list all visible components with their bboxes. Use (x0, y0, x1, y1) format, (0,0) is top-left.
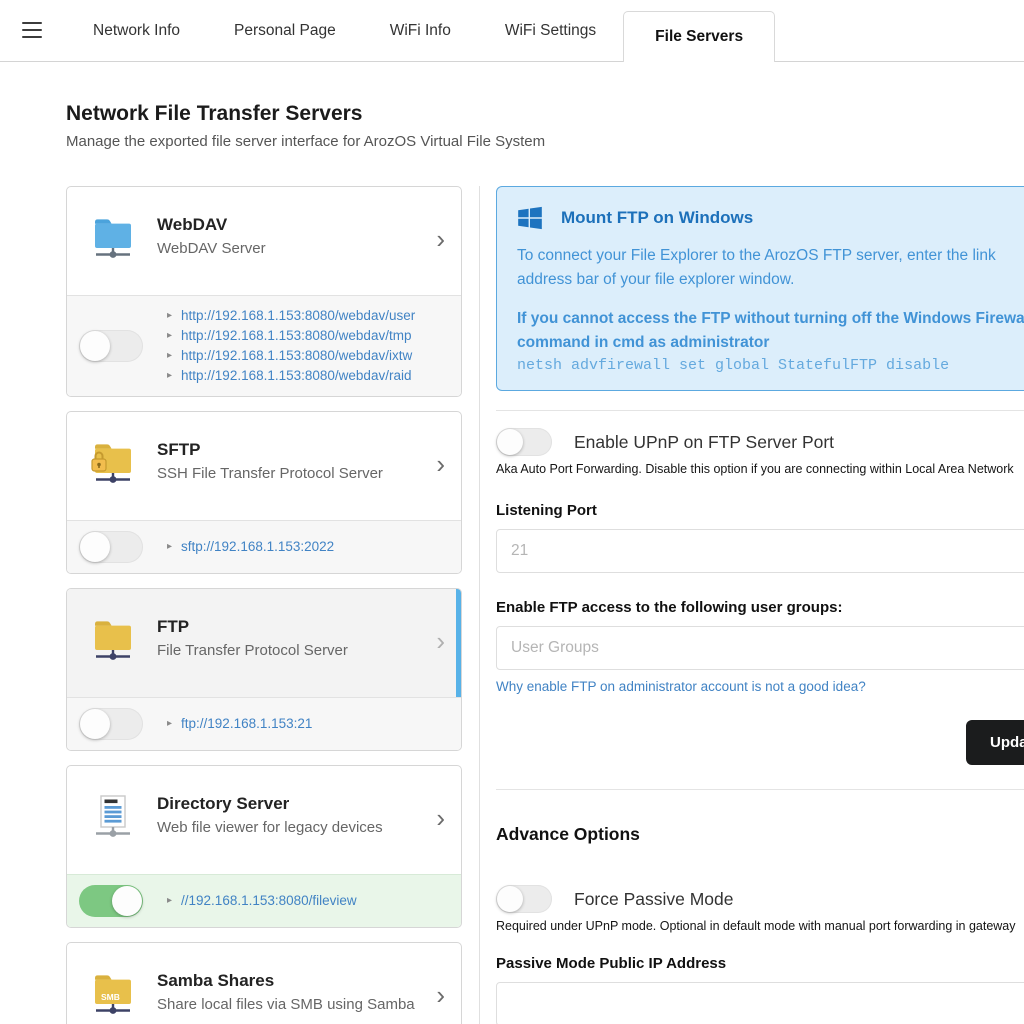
force-passive-toggle[interactable] (496, 885, 552, 913)
folder-lock-yellow-icon (91, 438, 135, 486)
public-ip-label: Passive Mode Public IP Address (496, 955, 1024, 972)
user-groups-label: Enable FTP access to the following user … (496, 599, 1024, 616)
windows-ftp-info-box: Mount FTP on Windows To connect your Fil… (496, 186, 1024, 391)
upnp-toggle[interactable] (496, 428, 552, 456)
listening-port-input[interactable] (496, 529, 1024, 573)
section-divider (496, 410, 1024, 411)
ftp-enable-toggle[interactable] (79, 708, 143, 740)
server-name: Directory Server (157, 794, 383, 814)
tab-wifi-settings[interactable]: WiFi Settings (478, 0, 623, 61)
server-links: ▸ ftp://192.168.1.153:21 (167, 714, 312, 734)
link-bullet-icon: ▸ (167, 306, 172, 326)
public-ip-input[interactable] (496, 982, 1024, 1024)
server-description: Web file viewer for legacy devices (157, 819, 383, 836)
chevron-right-icon[interactable]: › (436, 982, 445, 1008)
server-url-link[interactable]: http://192.168.1.153:8080/webdav/user (181, 306, 415, 326)
nav-tabs: Network InfoPersonal PageWiFi InfoWiFi S… (66, 0, 775, 61)
server-links: ▸ sftp://192.168.1.153:2022 (167, 537, 334, 557)
server-card-ftp[interactable]: FTP File Transfer Protocol Server › ▸ ftp://… (66, 588, 462, 751)
server-links: ▸ http://192.168.1.153:8080/webdav/user ▸ h… (167, 306, 415, 386)
server-description: SSH File Transfer Protocol Server (157, 465, 383, 482)
server-description: File Transfer Protocol Server (157, 642, 348, 659)
directory-list-icon (91, 792, 135, 840)
server-name: WebDAV (157, 215, 266, 235)
server-description: WebDAV Server (157, 240, 266, 257)
upnp-toggle-label: Enable UPnP on FTP Server Port (574, 432, 834, 453)
netsh-command: netsh advfirewall set global StatefulFTP… (517, 357, 1024, 374)
tab-wifi-info[interactable]: WiFi Info (363, 0, 478, 61)
folder-smb-icon: SMB (91, 969, 135, 1017)
webdav-enable-toggle[interactable] (79, 330, 143, 362)
section-divider (496, 789, 1024, 790)
column-divider (479, 186, 480, 1024)
server-url-link[interactable]: //192.168.1.153:8080/fileview (181, 891, 357, 911)
server-name: Samba Shares (157, 971, 415, 991)
server-url-link[interactable]: ftp://192.168.1.153:21 (181, 714, 312, 734)
tab-personal-page[interactable]: Personal Page (207, 0, 363, 61)
update-button[interactable]: Update (966, 720, 1024, 765)
link-bullet-icon: ▸ (167, 366, 172, 386)
user-groups-input[interactable] (496, 626, 1024, 670)
server-card-directory-server[interactable]: Directory Server Web file viewer for lega… (66, 765, 462, 928)
upnp-note: Aka Auto Port Forwarding. Disable this o… (496, 462, 1024, 476)
page-title: Network File Transfer Servers (66, 102, 1024, 126)
chevron-right-icon[interactable]: › (436, 628, 445, 654)
server-card-sftp[interactable]: SFTP SSH File Transfer Protocol Server › ▸ s… (66, 411, 462, 574)
folder-network-blue-icon (91, 213, 135, 261)
server-description: Share local files via SMB using Samba (157, 996, 415, 1013)
server-url-link[interactable]: sftp://192.168.1.153:2022 (181, 537, 334, 557)
top-nav: Network InfoPersonal PageWiFi InfoWiFi S… (0, 0, 1024, 62)
link-bullet-icon: ▸ (167, 326, 172, 346)
chevron-right-icon[interactable]: › (436, 451, 445, 477)
info-paragraph-1: To connect your File Explorer to the Aro… (517, 244, 1024, 292)
force-passive-label: Force Passive Mode (574, 889, 734, 910)
link-bullet-icon: ▸ (167, 891, 172, 911)
server-url-link[interactable]: http://192.168.1.153:8080/webdav/ixtw (181, 346, 412, 366)
folder-network-yellow-icon (91, 615, 135, 663)
admin-ftp-warning-link[interactable]: Why enable FTP on administrator account … (496, 679, 866, 694)
advance-options-title: Advance Options (496, 824, 1024, 845)
ftp-settings-panel: Mount FTP on Windows To connect your Fil… (496, 186, 1024, 1024)
server-url-link[interactable]: http://192.168.1.153:8080/webdav/raid (181, 366, 411, 386)
server-url-link[interactable]: http://192.168.1.153:8080/webdav/tmp (181, 326, 411, 346)
sftp-enable-toggle[interactable] (79, 531, 143, 563)
server-links: ▸ //192.168.1.153:8080/fileview (167, 891, 357, 911)
svg-text:SMB: SMB (101, 992, 120, 1002)
listening-port-label: Listening Port (496, 502, 1024, 519)
info-box-title: Mount FTP on Windows (561, 208, 753, 228)
server-card-webdav[interactable]: WebDAV WebDAV Server › ▸ http://192.168.1.15… (66, 186, 462, 397)
server-name: FTP (157, 617, 348, 637)
chevron-right-icon[interactable]: › (436, 805, 445, 831)
force-passive-note: Required under UPnP mode. Optional in de… (496, 919, 1024, 933)
page-subtitle: Manage the exported file server interfac… (66, 133, 1024, 150)
hamburger-menu-icon[interactable] (22, 22, 42, 38)
windows-logo-icon (517, 205, 543, 231)
tab-file-servers[interactable]: File Servers (623, 11, 775, 62)
info-paragraph-2: If you cannot access the FTP without tur… (517, 307, 1024, 355)
directory-server-enable-toggle[interactable] (79, 885, 143, 917)
link-bullet-icon: ▸ (167, 346, 172, 366)
server-card-samba-shares[interactable]: SMB Samba Shares Share local files via SMB… (66, 942, 462, 1024)
link-bullet-icon: ▸ (167, 714, 172, 734)
tab-network-info[interactable]: Network Info (66, 0, 207, 61)
chevron-right-icon[interactable]: › (436, 226, 445, 252)
server-name: SFTP (157, 440, 383, 460)
link-bullet-icon: ▸ (167, 537, 172, 557)
server-card-list: WebDAV WebDAV Server › ▸ http://192.168.1.15… (66, 186, 462, 1024)
